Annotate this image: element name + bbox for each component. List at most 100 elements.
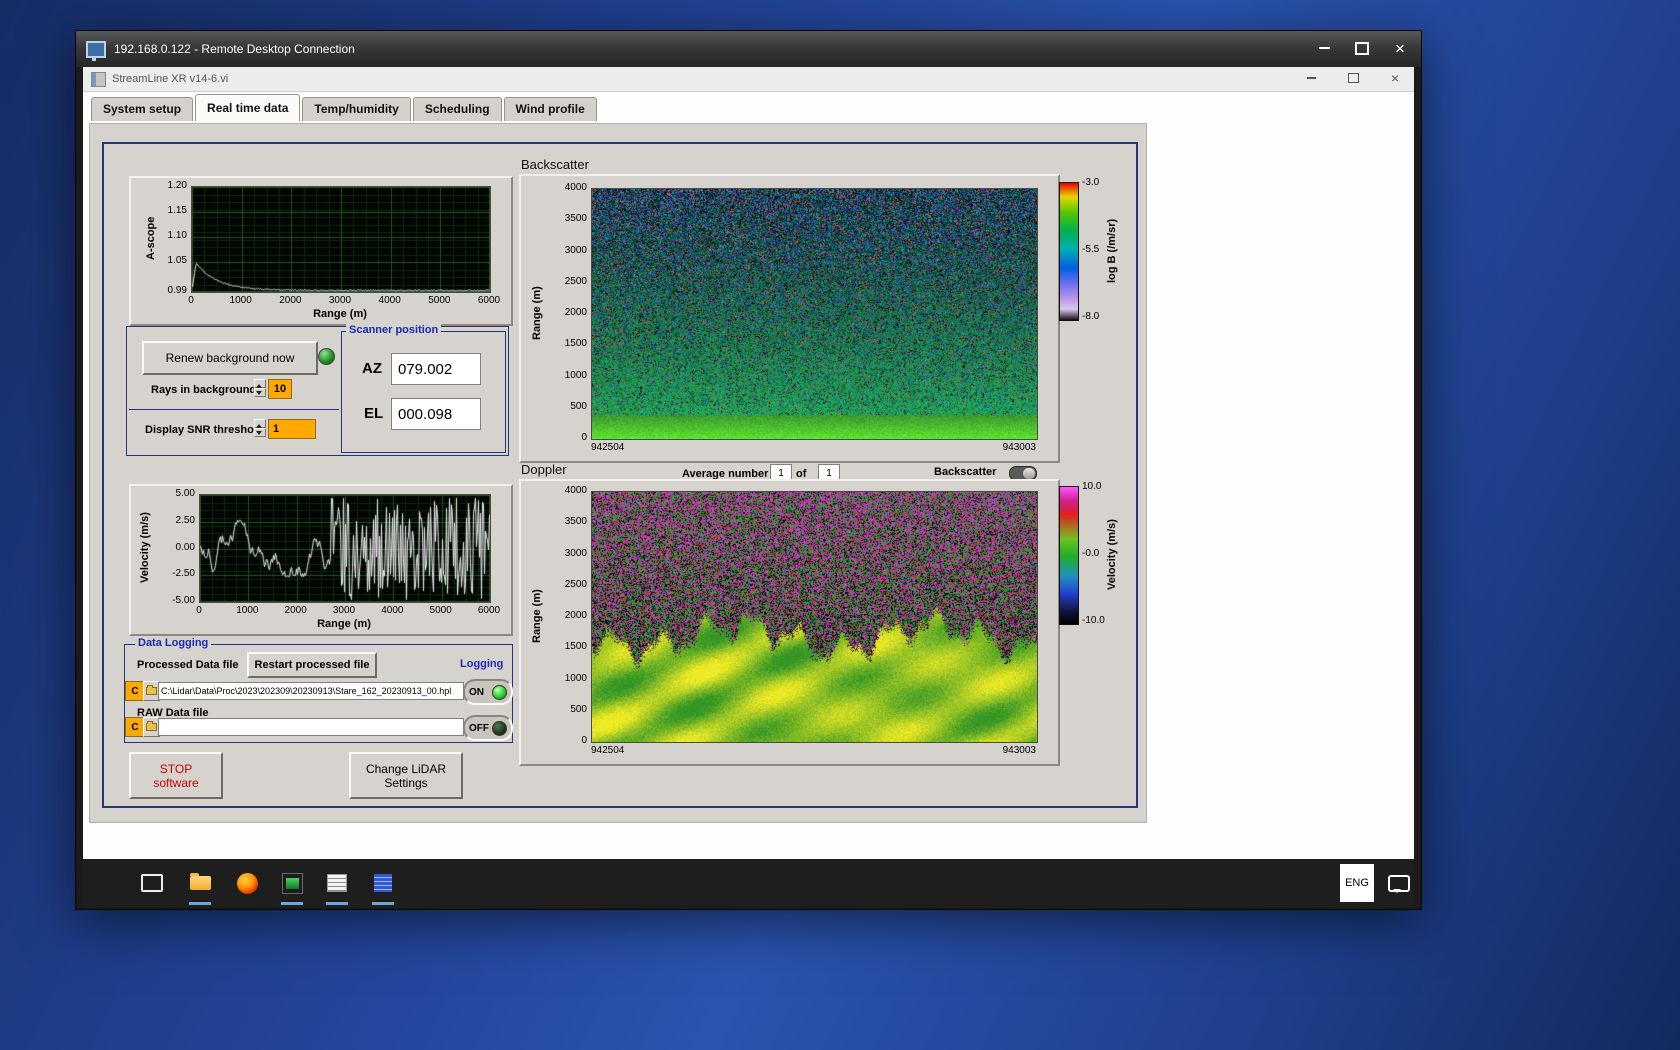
x-tick-label: 1000: [236, 606, 258, 616]
app-window-title: StreamLine XR v14-6.vi: [112, 73, 228, 85]
controls-separator: [129, 409, 339, 410]
backscatter-colorbar-label: log B (/m/sr): [1106, 182, 1118, 319]
change-line2: Settings: [384, 776, 427, 790]
x-tick-label: 6000: [478, 296, 500, 306]
az-value-field[interactable]: 079.002: [391, 353, 481, 385]
desktop: 192.168.0.122 - Remote Desktop Connectio…: [0, 0, 1680, 1050]
firefox-button[interactable]: [227, 859, 267, 907]
logging-off-toggle[interactable]: OFF: [463, 715, 513, 741]
processed-path-field[interactable]: C:\Lidar\Data\Proc\2023\202309\20230913\…: [158, 682, 464, 700]
ascope-x-axis-label: Range (m): [191, 308, 489, 320]
close-icon: ×: [1391, 70, 1399, 86]
y-tick-label: 0.99: [168, 286, 187, 296]
backscatter-colorbar: [1059, 182, 1079, 321]
remote-desktop-icon: [86, 41, 106, 58]
maximize-icon: [1355, 42, 1369, 55]
data-logging-title: Data Logging: [135, 637, 211, 649]
el-value-field[interactable]: 000.098: [391, 398, 481, 430]
notification-button[interactable]: [1379, 859, 1414, 907]
tab-wind-profile[interactable]: Wind profile: [504, 97, 597, 121]
doppler-y-ticks: 4000 3500 3000 2500 2000 1500 1000 500 0: [545, 491, 587, 741]
backscatter-colorbar-tick-min: -8.0: [1082, 311, 1099, 322]
raw-path-field[interactable]: [158, 718, 464, 736]
minimize-icon: [1319, 47, 1330, 49]
image-app-button[interactable]: [272, 859, 312, 907]
tab-system-setup[interactable]: System setup: [91, 97, 193, 121]
rdp-minimize-button[interactable]: [1309, 36, 1339, 60]
y-tick-label: 3500: [565, 517, 587, 527]
rays-in-background-label: Rays in background: [151, 384, 256, 396]
image-app-icon: [282, 873, 303, 894]
x-tick-label: 6000: [478, 606, 500, 616]
velocity-x-axis-label: Range (m): [199, 618, 489, 630]
task-view-icon: [141, 874, 163, 892]
y-tick-label: 500: [570, 705, 587, 715]
app-titlebar: StreamLine XR v14-6.vi ×: [83, 67, 1414, 92]
y-tick-label: 1.15: [168, 206, 187, 216]
y-tick-label: 2000: [565, 611, 587, 621]
on-label: ON: [469, 687, 484, 698]
change-lidar-settings-button[interactable]: Change LiDAR Settings: [349, 752, 463, 799]
rays-spinner[interactable]: [254, 379, 266, 397]
y-tick-label: 0: [581, 433, 587, 443]
logging-label: Logging: [457, 658, 506, 670]
snr-spinner[interactable]: [254, 419, 266, 437]
app-restore-button[interactable]: [1344, 70, 1362, 86]
language-indicator[interactable]: ENG: [1340, 864, 1374, 902]
background-led: [318, 348, 335, 365]
doppler-colorbar: [1059, 486, 1079, 625]
y-tick-label: 3500: [565, 214, 587, 224]
x-tick-label: 1000: [230, 296, 252, 306]
rdp-close-button[interactable]: ×: [1385, 36, 1415, 60]
document-app-button[interactable]: [363, 859, 403, 907]
rdp-maximize-button[interactable]: [1347, 36, 1377, 60]
y-tick-label: 1000: [565, 371, 587, 381]
app-close-button[interactable]: ×: [1386, 70, 1404, 86]
change-line1: Change LiDAR: [366, 762, 446, 776]
rdp-titlebar: 192.168.0.122 - Remote Desktop Connectio…: [76, 31, 1421, 67]
off-led: [492, 721, 507, 736]
task-view-button[interactable]: [132, 859, 172, 907]
scan-scheduler-icon: [327, 874, 347, 892]
renew-background-button[interactable]: Renew background now: [142, 341, 318, 375]
app-minimize-button[interactable]: [1302, 70, 1320, 86]
processed-drive-box[interactable]: C: [125, 681, 145, 701]
y-tick-label: 3000: [565, 246, 587, 256]
rdp-client-area: StreamLine XR v14-6.vi × System setup Re…: [83, 67, 1414, 907]
folder-icon: [146, 687, 157, 695]
file-explorer-button[interactable]: [180, 859, 220, 907]
y-tick-label: 1.05: [168, 256, 187, 266]
close-icon: ×: [1395, 40, 1405, 57]
y-tick-label: 5.00: [176, 489, 195, 499]
logging-on-toggle[interactable]: ON: [463, 679, 513, 705]
rdp-window: 192.168.0.122 - Remote Desktop Connectio…: [75, 30, 1422, 910]
tab-real-time-data[interactable]: Real time data: [195, 94, 300, 121]
x-tick-label: 5000: [428, 296, 450, 306]
firefox-icon: [237, 873, 258, 894]
velocity-y-ticks: 5.00 2.50 0.00 -2.50 -5.00: [149, 494, 195, 601]
rays-value-field[interactable]: 10: [268, 379, 292, 399]
x-tick-label: 0: [188, 296, 194, 306]
doppler-colorbar-tick-max: 10.0: [1082, 481, 1101, 492]
doppler-colorbar-label: Velocity (m/s): [1106, 486, 1118, 623]
raw-drive-box[interactable]: C: [125, 717, 145, 737]
stop-software-button[interactable]: STOP software: [129, 752, 223, 799]
minimize-icon: [1307, 77, 1316, 79]
scanner-position-group: Scanner position AZ 079.002 EL 000.098: [341, 331, 506, 453]
taskbar: ENG: [83, 859, 1414, 907]
ascope-line-plot: [191, 186, 491, 293]
doppler-heatmap: [591, 491, 1038, 743]
backscatter-plot-frame: Range (m) 4000 3500 3000 2500 2000 1500 1000 50…: [519, 174, 1060, 463]
restart-processed-file-button[interactable]: Restart processed file: [247, 652, 377, 678]
velocity-plot-frame: Velocity (m/s) 5.00 2.50 0.00 -2.50 -5.00 01…: [129, 484, 513, 636]
y-tick-label: -2.50: [172, 569, 195, 579]
y-tick-label: 4000: [565, 183, 587, 193]
velocity-line-plot: [199, 494, 491, 603]
off-label: OFF: [469, 723, 489, 734]
snr-value-field[interactable]: 1: [268, 419, 316, 439]
toggle-knob: [1023, 468, 1035, 479]
tab-bar: System setup Real time data Temp/humidit…: [91, 95, 599, 121]
tab-scheduling[interactable]: Scheduling: [413, 97, 502, 121]
scan-scheduler-button[interactable]: [317, 859, 357, 907]
tab-temp-humidity[interactable]: Temp/humidity: [302, 97, 410, 121]
